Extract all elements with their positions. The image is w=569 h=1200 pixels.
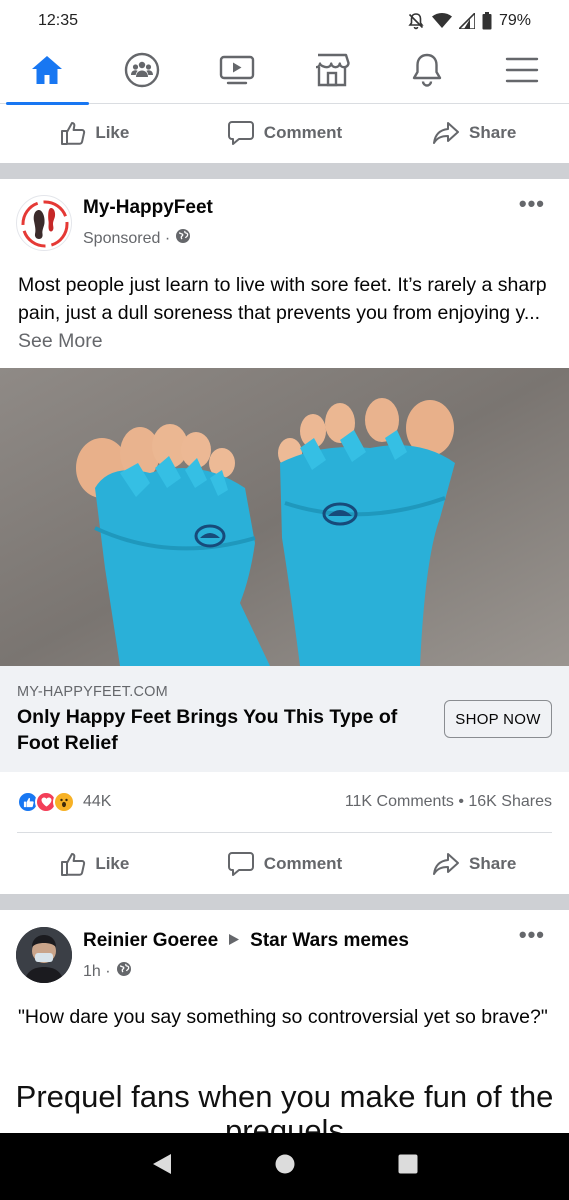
share-label: Share	[469, 854, 517, 873]
status-bar: 12:35 79%	[0, 0, 569, 42]
wifi-icon	[431, 13, 452, 29]
reactions-count: 44K	[83, 793, 112, 810]
share-label: Share	[469, 123, 517, 142]
more-options-icon[interactable]: •••	[519, 191, 545, 217]
reaction-stack	[17, 791, 75, 813]
wow-reaction-icon	[53, 791, 75, 813]
globe-icon	[175, 228, 191, 249]
main-nav	[0, 42, 569, 105]
reactions-divider	[17, 832, 552, 833]
ad-image[interactable]	[0, 368, 569, 666]
link-card[interactable]: MY-HAPPYFEET.COM Only Happy Feet Brings …	[0, 666, 569, 772]
post-text: Most people just learn to live with sore…	[18, 271, 553, 355]
tab-marketplace[interactable]	[284, 42, 379, 104]
system-navigation	[0, 1133, 569, 1200]
reaction-icons[interactable]: 44K	[17, 791, 111, 813]
next-post-header: Reinier Goeree Star Wars memes 1h · •••	[0, 910, 569, 983]
link-headline: Only Happy Feet Brings You This Type of …	[17, 706, 398, 754]
share-arrow-icon	[432, 121, 460, 145]
profile-photo-icon	[16, 927, 72, 983]
toe-socks-photo	[0, 368, 569, 666]
like-button[interactable]: Like	[0, 851, 190, 877]
tab-watch[interactable]	[190, 42, 285, 104]
post-time: 1h ·	[83, 962, 111, 980]
marketplace-icon	[314, 53, 350, 92]
more-options-icon[interactable]: •••	[519, 922, 545, 948]
tab-groups[interactable]	[95, 42, 190, 104]
home-icon	[30, 54, 64, 91]
comment-label: Comment	[263, 123, 343, 142]
post-author-line: Reinier Goeree Star Wars memes	[83, 930, 409, 952]
feed-divider	[0, 894, 569, 910]
recents-square-icon[interactable]	[397, 1153, 419, 1180]
avatar[interactable]	[16, 927, 72, 983]
video-icon	[219, 55, 255, 90]
triangle-right-icon	[228, 930, 240, 952]
post-meta: Sponsored ·	[83, 228, 191, 249]
thumbs-up-icon	[60, 120, 86, 146]
see-more-link[interactable]: See More	[18, 330, 103, 352]
comments-shares-count[interactable]: 11K Comments • 16K Shares	[345, 793, 552, 811]
sponsored-post-actions: Like Comment Share	[0, 835, 569, 893]
avatar[interactable]	[16, 195, 72, 251]
shop-now-button[interactable]: SHOP NOW	[444, 700, 552, 738]
post-body: Most people just learn to live with sore…	[18, 274, 547, 324]
prev-post-actions: Like Comment Share	[0, 104, 569, 162]
like-label: Like	[95, 123, 130, 142]
share-button[interactable]: Share	[379, 852, 569, 876]
comment-button[interactable]: Comment	[190, 851, 380, 877]
post-meta: 1h ·	[83, 961, 132, 982]
home-circle-icon[interactable]	[274, 1153, 296, 1180]
back-icon[interactable]	[151, 1152, 173, 1181]
feed-divider	[0, 163, 569, 179]
post-text: "How dare you say something so controver…	[18, 1006, 548, 1028]
author-name[interactable]: Reinier Goeree	[83, 930, 218, 952]
sponsored-post-header: My-HappyFeet Sponsored · •••	[0, 179, 569, 251]
status-time: 12:35	[38, 12, 79, 29]
mute-bell-icon	[407, 12, 425, 30]
group-name[interactable]: Star Wars memes	[250, 930, 409, 952]
happyfeet-logo-icon	[21, 200, 69, 248]
tab-home[interactable]	[0, 42, 95, 105]
status-icons: 79%	[407, 12, 531, 30]
comment-bubble-icon	[227, 851, 255, 877]
author-name[interactable]: My-HappyFeet	[83, 197, 213, 219]
like-label: Like	[95, 854, 130, 873]
like-button[interactable]: Like	[0, 120, 190, 146]
hamburger-icon	[505, 56, 539, 89]
share-arrow-icon	[432, 852, 460, 876]
sponsored-label: Sponsored ·	[83, 229, 171, 247]
battery-icon	[482, 12, 492, 30]
bell-icon	[411, 53, 443, 92]
groups-icon	[124, 52, 160, 93]
reactions-summary: 44K 11K Comments • 16K Shares	[0, 772, 569, 832]
tab-notifications[interactable]	[379, 42, 474, 104]
share-button[interactable]: Share	[379, 121, 569, 145]
thumbs-up-icon	[60, 851, 86, 877]
tab-menu[interactable]	[474, 42, 569, 104]
battery-percent: 79%	[498, 12, 531, 29]
link-domain: MY-HAPPYFEET.COM	[17, 684, 168, 700]
signal-icon	[458, 13, 475, 29]
comment-button[interactable]: Comment	[190, 120, 380, 146]
comment-label: Comment	[263, 854, 343, 873]
globe-icon	[116, 961, 132, 982]
comment-bubble-icon	[227, 120, 255, 146]
